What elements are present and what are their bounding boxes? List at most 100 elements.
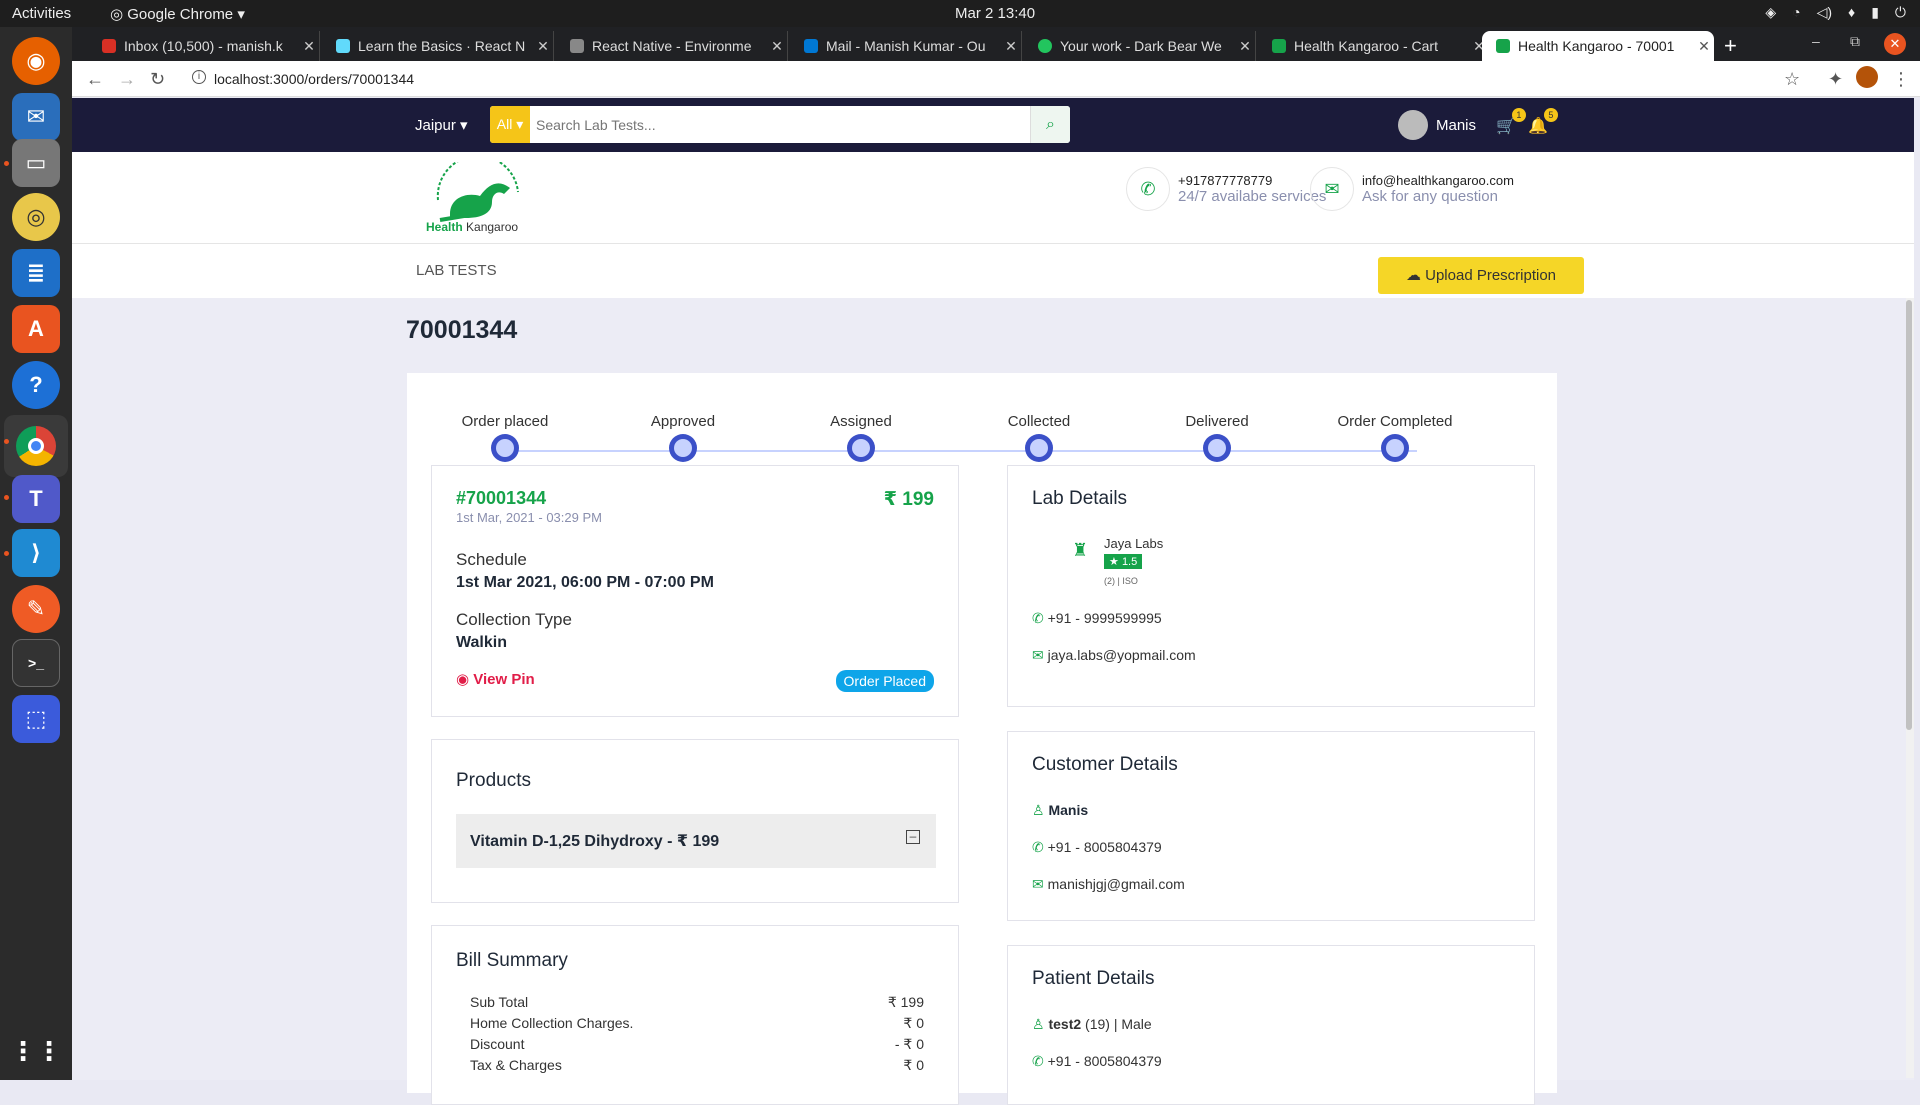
city-selector[interactable]: Jaipur ▾ bbox=[415, 116, 468, 134]
bill-row-tax: Tax & Charges ₹ 0 bbox=[470, 1057, 924, 1078]
cart-icon[interactable]: 🛒 1 bbox=[1496, 108, 1526, 136]
person-icon: ♙ bbox=[1032, 802, 1045, 818]
health-kangaroo-logo[interactable]: Health Kangaroo bbox=[420, 154, 538, 238]
clock[interactable]: Mar 2 13:40 bbox=[955, 5, 1035, 22]
eye-icon: ◉ bbox=[456, 671, 470, 688]
lab-name[interactable]: Jaya Labs bbox=[1104, 536, 1163, 551]
tab-hk-order[interactable]: Health Kangaroo - 70001 ✕ bbox=[1482, 31, 1714, 61]
lab-email[interactable]: ✉ jaya.labs@yopmail.com bbox=[1032, 647, 1196, 664]
phone-icon: ✆ bbox=[1032, 839, 1044, 855]
software-center-icon[interactable]: A bbox=[12, 305, 60, 353]
email-contact[interactable]: ✉ info@healthkangaroo.com Ask for any qu… bbox=[1310, 167, 1514, 211]
step-delivered: Delivered bbox=[1137, 413, 1297, 462]
restore-button[interactable]: ⧉ bbox=[1850, 33, 1860, 50]
address-bar[interactable]: i localhost:3000/orders/70001344 bbox=[182, 65, 1842, 93]
products-card: Products Vitamin D-1,25 Dihydroxy - ₹ 19… bbox=[431, 739, 959, 903]
envelope-icon: ✉ bbox=[1310, 167, 1354, 211]
screenshot-icon[interactable]: ⬚ bbox=[12, 695, 60, 743]
bookmark-star-icon[interactable]: ☆ bbox=[1784, 69, 1800, 90]
new-tab-button[interactable]: + bbox=[1724, 33, 1737, 59]
upload-prescription-button[interactable]: ☁ Upload Prescription bbox=[1378, 257, 1584, 294]
url-text: localhost:3000/orders/70001344 bbox=[214, 71, 415, 87]
step-dot bbox=[669, 434, 697, 462]
postman-icon[interactable]: ✎ bbox=[12, 585, 60, 633]
order-id: #70001344 bbox=[456, 488, 547, 508]
tab-strip: Inbox (10,500) - manish.k ✕ Learn the Bas… bbox=[72, 27, 1920, 61]
tab-outlook[interactable]: Mail - Manish Kumar - Ou ✕ bbox=[790, 31, 1022, 61]
nav-lab-tests[interactable]: LAB TESTS bbox=[416, 262, 497, 279]
vscode-icon[interactable]: ⟩ bbox=[12, 529, 60, 577]
customer-email-text: manishjgj@gmail.com bbox=[1047, 876, 1185, 892]
view-pin-label: View Pin bbox=[473, 671, 535, 688]
step-dot bbox=[847, 434, 875, 462]
order-page: 70001344 Order placed Approved Assigned … bbox=[72, 298, 1914, 1105]
close-tab-icon[interactable]: ✕ bbox=[1235, 38, 1255, 55]
app-menu[interactable]: ◎ Google Chrome ▾ bbox=[110, 5, 245, 23]
close-tab-icon[interactable]: ✕ bbox=[533, 38, 553, 55]
collapse-icon[interactable]: – bbox=[906, 830, 920, 844]
close-tab-icon[interactable]: ✕ bbox=[1001, 38, 1021, 55]
help-icon[interactable]: ? bbox=[12, 361, 60, 409]
product-item[interactable]: Vitamin D-1,25 Dihydroxy - ₹ 199 – bbox=[456, 814, 936, 868]
close-tab-icon[interactable]: ✕ bbox=[299, 38, 319, 55]
customer-phone-text: +91 - 8005804379 bbox=[1047, 839, 1162, 855]
customer-phone[interactable]: ✆ +91 - 8005804379 bbox=[1032, 839, 1162, 856]
user-menu[interactable]: Manis bbox=[1398, 110, 1476, 140]
chrome-icon[interactable] bbox=[4, 415, 68, 477]
order-status-badge: Order Placed bbox=[835, 670, 934, 692]
collection-type-value: Walkin bbox=[456, 634, 507, 651]
window-close-button[interactable]: ✕ bbox=[1884, 33, 1906, 55]
firefox-icon[interactable]: ◉ bbox=[12, 37, 60, 85]
search-button[interactable]: ⌕ bbox=[1030, 106, 1070, 143]
customer-details-card: Customer Details ♙ Manis ✆ +91 - 8005804… bbox=[1007, 731, 1535, 921]
notification-bell-icon[interactable]: 🔔 5 bbox=[1528, 108, 1558, 136]
step-order-completed: Order Completed bbox=[1315, 413, 1475, 462]
bill-row-discount: Discount - ₹ 0 bbox=[470, 1036, 924, 1057]
os-top-bar: Activities ◎ Google Chrome ▾ Mar 2 13:40… bbox=[0, 0, 1920, 27]
system-tray[interactable]: ◈ ◔ ◁) ♦ ▮ ⏻ bbox=[1765, 4, 1906, 21]
phone-icon: ✆ bbox=[1032, 1053, 1044, 1069]
thunderbird-icon[interactable]: ✉ bbox=[12, 93, 60, 141]
tab-hk-cart[interactable]: Health Kangaroo - Cart ✕ bbox=[1258, 31, 1490, 61]
tab-react-basics[interactable]: Learn the Basics · React N ✕ bbox=[322, 31, 554, 61]
close-tab-icon[interactable]: ✕ bbox=[1694, 38, 1714, 55]
lab-rating: 1.5 bbox=[1121, 556, 1138, 568]
rhythmbox-icon[interactable]: ◎ bbox=[12, 193, 60, 241]
step-label: Delivered bbox=[1185, 413, 1249, 430]
search-category-dropdown[interactable]: All ▾ bbox=[490, 106, 530, 143]
customer-email[interactable]: ✉ manishjgj@gmail.com bbox=[1032, 876, 1185, 893]
profile-avatar[interactable] bbox=[1856, 66, 1878, 88]
extensions-icon[interactable]: ✦ bbox=[1828, 69, 1843, 90]
view-pin-link[interactable]: ◉ View Pin bbox=[456, 670, 535, 688]
tab-label: Your work - Dark Bear We bbox=[1060, 38, 1222, 54]
writer-icon[interactable]: ≣ bbox=[12, 249, 60, 297]
product-name: Vitamin D-1,25 Dihydroxy - ₹ 199 bbox=[470, 833, 720, 850]
terminal-icon[interactable]: >_ bbox=[12, 639, 60, 687]
close-tab-icon[interactable]: ✕ bbox=[767, 38, 787, 55]
search-bar: All ▾ ⌕ bbox=[490, 106, 1070, 143]
page-scrollbar[interactable] bbox=[1906, 298, 1914, 1078]
bill-row-home-collection: Home Collection Charges. ₹ 0 bbox=[470, 1015, 924, 1036]
tab-react-native[interactable]: React Native - Environme ✕ bbox=[556, 31, 788, 61]
activities-button[interactable]: Activities bbox=[12, 5, 71, 22]
minimize-button[interactable]: – bbox=[1812, 33, 1820, 49]
show-apps-icon[interactable]: ⋮⋮ bbox=[10, 1027, 62, 1075]
tab-your-work[interactable]: Your work - Dark Bear We ✕ bbox=[1024, 31, 1256, 61]
mic-icon: ♦ bbox=[1848, 4, 1856, 20]
teams-icon[interactable]: T bbox=[12, 475, 60, 523]
scrollbar-thumb[interactable] bbox=[1906, 300, 1912, 730]
step-approved: Approved bbox=[603, 413, 763, 462]
patient-phone[interactable]: ✆ +91 - 8005804379 bbox=[1032, 1053, 1162, 1070]
lab-phone[interactable]: ✆ +91 - 9999599995 bbox=[1032, 610, 1162, 627]
files-icon[interactable]: ▭ bbox=[12, 139, 60, 187]
reload-icon[interactable]: ↻ bbox=[150, 69, 165, 90]
tab-label: React Native - Environme bbox=[592, 38, 752, 54]
phone-contact[interactable]: ✆ +917877778779 24/7 availabe services bbox=[1126, 167, 1326, 211]
forward-icon[interactable]: → bbox=[118, 69, 136, 90]
back-icon[interactable]: ← bbox=[86, 69, 104, 90]
chrome-menu-icon[interactable]: ⋮ bbox=[1892, 69, 1910, 90]
info-icon[interactable]: i bbox=[192, 70, 206, 84]
tab-inbox[interactable]: Inbox (10,500) - manish.k ✕ bbox=[88, 31, 320, 61]
search-input[interactable] bbox=[536, 106, 1016, 143]
running-indicator bbox=[4, 161, 9, 166]
